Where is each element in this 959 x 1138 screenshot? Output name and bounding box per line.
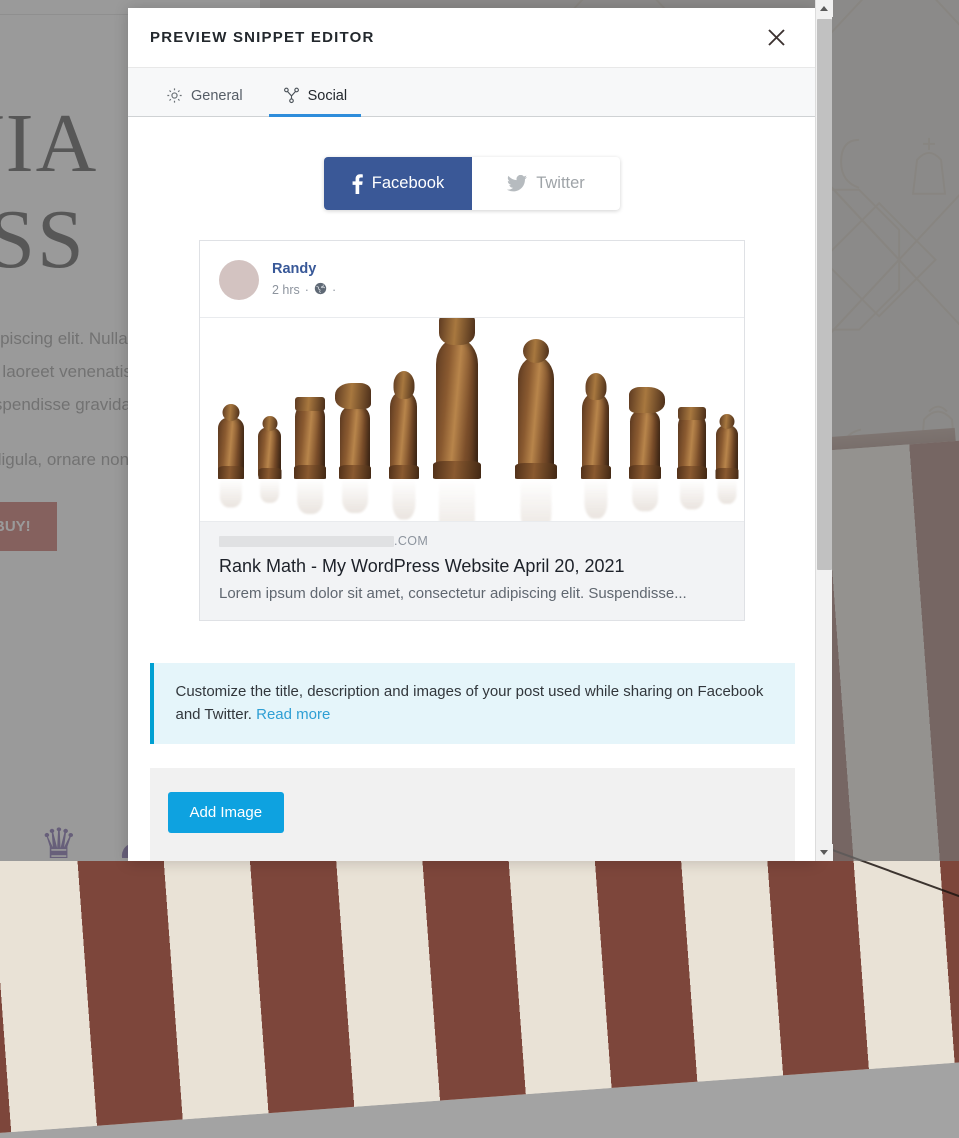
info-notice: Customize the title, description and ima… xyxy=(150,663,795,744)
read-more-link[interactable]: Read more xyxy=(256,706,330,723)
twitter-bird-icon xyxy=(507,175,527,192)
network-tab-facebook[interactable]: Facebook xyxy=(324,157,472,210)
chess-piece xyxy=(340,405,370,479)
meta-separator-trailing: · xyxy=(332,283,336,297)
vertical-scrollbar[interactable] xyxy=(815,0,832,861)
tab-social-label: Social xyxy=(308,88,348,104)
network-tab-twitter[interactable]: Twitter xyxy=(472,157,620,210)
chess-piece xyxy=(295,403,325,479)
modal-title: PREVIEW SNIPPET EDITOR xyxy=(150,29,762,46)
modal-tabs: General Social xyxy=(128,68,816,117)
close-icon[interactable] xyxy=(762,24,790,52)
chess-piece xyxy=(390,391,417,479)
facebook-preview-card: Randy 2 hrs · · xyxy=(199,240,745,621)
preview-card-footer: .COM Rank Math - My WordPress Website Ap… xyxy=(200,522,744,620)
preview-post-meta: 2 hrs · · xyxy=(272,282,336,298)
facebook-icon xyxy=(352,174,363,194)
chess-piece xyxy=(716,425,738,479)
meta-separator: · xyxy=(305,283,309,297)
chess-piece xyxy=(582,393,609,479)
chess-piece xyxy=(218,417,244,479)
scrollbar-thumb[interactable] xyxy=(817,19,832,570)
preview-description: Lorem ipsum dolor sit amet, consectetur … xyxy=(219,583,725,604)
preview-post-time: 2 hrs xyxy=(272,283,300,297)
scroll-down-arrow-icon xyxy=(820,850,828,855)
preview-snippet-editor-modal: PREVIEW SNIPPET EDITOR General xyxy=(128,8,816,861)
close-x-icon xyxy=(767,28,786,47)
preview-author-name: Randy xyxy=(272,260,336,278)
preview-url-tld: .COM xyxy=(394,534,428,548)
share-nodes-icon xyxy=(283,87,300,104)
chess-piece xyxy=(678,413,706,479)
preview-card-header: Randy 2 hrs · · xyxy=(200,241,744,317)
preview-url: .COM xyxy=(219,534,725,548)
avatar xyxy=(219,260,259,300)
network-switch: Facebook Twitter xyxy=(324,157,620,210)
modal-header: PREVIEW SNIPPET EDITOR xyxy=(128,8,816,68)
scroll-up-arrow-icon xyxy=(820,6,828,11)
chess-piece xyxy=(258,427,281,479)
add-image-button[interactable]: Add Image xyxy=(168,792,285,833)
scrollbar-up-button[interactable] xyxy=(816,0,833,17)
scrollbar-down-button[interactable] xyxy=(816,844,833,861)
modal-body: Facebook Twitter Randy 2 hrs · xyxy=(128,117,816,861)
gear-icon xyxy=(166,87,183,104)
tab-social[interactable]: Social xyxy=(269,87,362,116)
tab-general-label: General xyxy=(191,88,243,104)
preview-title: Rank Math - My WordPress Website April 2… xyxy=(219,555,725,578)
redacted-domain xyxy=(219,536,394,547)
network-tab-twitter-label: Twitter xyxy=(536,174,585,193)
network-tab-facebook-label: Facebook xyxy=(372,174,444,193)
chess-piece xyxy=(518,357,554,479)
globe-icon xyxy=(314,282,327,298)
preview-image[interactable] xyxy=(200,317,744,522)
tab-general[interactable]: General xyxy=(152,87,257,116)
chess-pieces-photo xyxy=(200,317,744,479)
social-image-panel: Add Image Upload at least 600x315px imag… xyxy=(150,768,795,861)
chess-piece xyxy=(630,409,660,479)
chess-piece xyxy=(436,339,478,479)
